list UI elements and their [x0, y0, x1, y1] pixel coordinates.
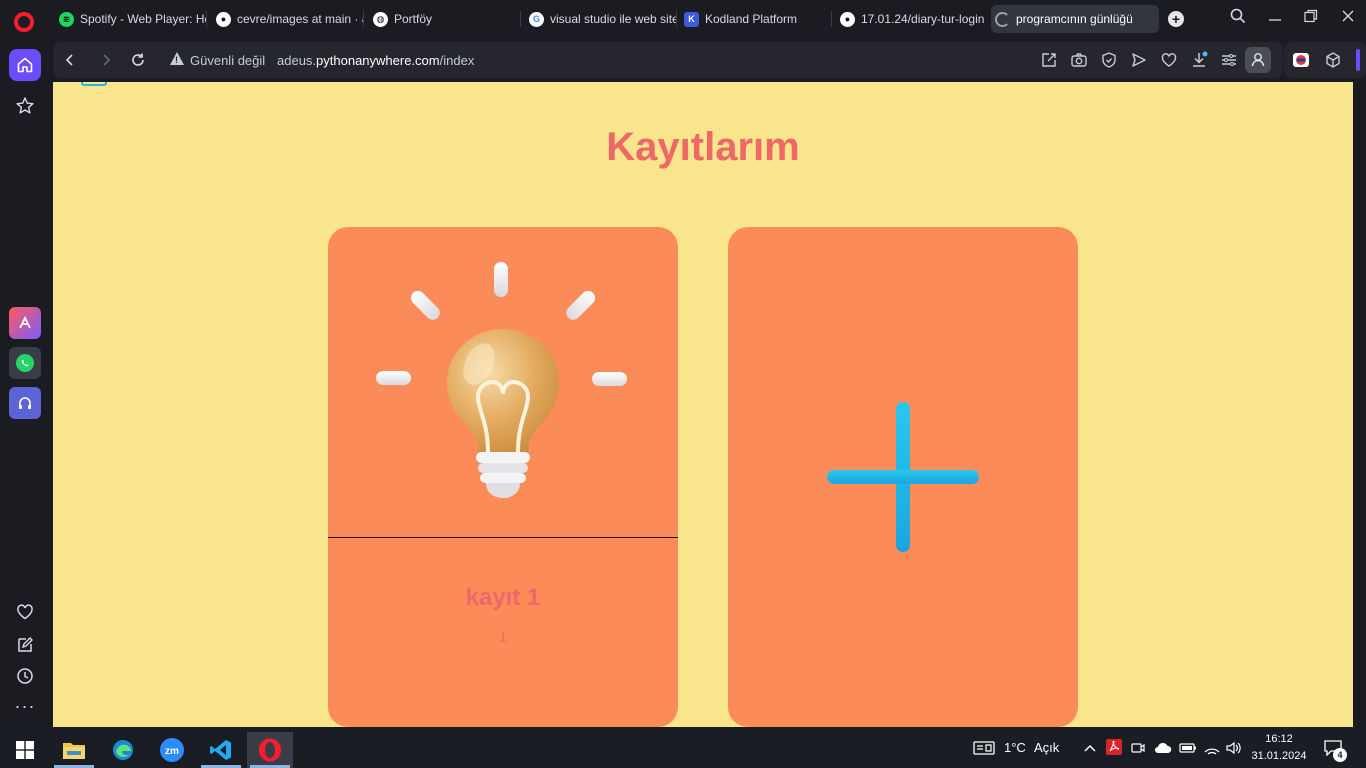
minimize-icon[interactable] [1265, 8, 1285, 28]
forward-button[interactable] [97, 51, 115, 69]
entry-title[interactable]: kayıt 1 [328, 584, 678, 612]
onedrive-cloud-icon[interactable] [1154, 741, 1172, 759]
github-icon: ● [216, 11, 231, 27]
tab-title: visual studio ile web site [550, 12, 677, 26]
easy-setup-icon[interactable] [1220, 51, 1238, 69]
tab-google-search[interactable]: G visual studio ile web site [525, 5, 677, 33]
url-domain: pythonanywhere.com [316, 53, 440, 68]
back-button[interactable] [61, 51, 79, 69]
more-options-icon[interactable]: ··· [9, 690, 41, 722]
tab-title: cevre/images at main · a [237, 12, 364, 26]
restore-icon[interactable] [1301, 8, 1321, 28]
tab-programcinin-gunlugu[interactable]: programcının günlüğü [991, 5, 1159, 33]
tab-github-cevre[interactable]: ● cevre/images at main · a [212, 5, 364, 33]
adblock-shield-icon[interactable] [1100, 51, 1118, 69]
reload-button[interactable] [129, 51, 147, 69]
flow-send-icon[interactable] [1130, 51, 1148, 69]
home-icon[interactable] [9, 49, 41, 81]
kodland-icon: K [684, 11, 699, 27]
url-path: /index [439, 53, 475, 68]
file-explorer-icon[interactable] [51, 732, 97, 768]
tab-title: 17.01.24/diary-tur-login [861, 12, 985, 26]
heart-icon[interactable] [9, 596, 41, 628]
search-tabs-icon[interactable] [1228, 8, 1248, 28]
entry-card[interactable]: kayıt 1 1 [328, 227, 678, 727]
tab-title: Portföy [394, 12, 433, 26]
whatsapp-icon[interactable] [9, 347, 41, 379]
tab-spotify[interactable]: ≋ Spotify - Web Player: He [55, 5, 207, 33]
extensions-area [1284, 42, 1366, 78]
aria-icon[interactable] [9, 307, 41, 339]
address-toolbar: ! Güvenli değil adeus.pythonanywhere.com… [53, 42, 1283, 78]
snapshot-camera-icon[interactable] [1070, 51, 1088, 69]
history-clock-icon[interactable] [9, 660, 41, 692]
weather-icon[interactable] [973, 740, 995, 756]
globe-icon: ◍ [373, 11, 388, 27]
google-icon: G [529, 11, 544, 27]
page-title: Kayıtlarım [606, 125, 800, 169]
tab-bar: ≋ Spotify - Web Player: He ● cevre/image… [0, 0, 1366, 38]
edge-icon[interactable] [100, 732, 146, 768]
battery-icon[interactable] [1179, 741, 1197, 759]
plus-icon-horizontal [827, 470, 979, 484]
new-tab-button[interactable]: + [1168, 11, 1184, 27]
volume-icon[interactable] [1225, 740, 1243, 761]
music-player-icon[interactable] [9, 387, 41, 419]
card-divider [328, 537, 678, 538]
tab-github-diary[interactable]: ● 17.01.24/diary-tur-login [836, 5, 988, 33]
sidebar: ··· [0, 38, 50, 728]
nav-button-fragment[interactable] [81, 82, 107, 86]
vscode-icon[interactable] [198, 732, 244, 768]
clock-time: 16:12 [1265, 733, 1293, 745]
show-hidden-icons-icon[interactable] [1083, 741, 1097, 760]
sidebar-accent [1356, 49, 1360, 71]
wifi-icon[interactable] [1203, 740, 1221, 761]
clock-date: 31.01.2024 [1251, 750, 1307, 762]
tab-title: Spotify - Web Player: He [80, 12, 207, 26]
bookmarks-star-icon[interactable] [9, 90, 41, 122]
url-prefix: adeus. [277, 53, 317, 68]
pinboard-icon[interactable] [9, 629, 41, 661]
address-field[interactable]: adeus.pythonanywhere.com/index [277, 53, 474, 68]
zoom-icon[interactable]: zm [149, 732, 195, 768]
pdf-reader-icon[interactable] [1106, 739, 1122, 760]
tab-title: programcının günlüğü [1016, 12, 1133, 26]
weather-temperature[interactable]: 1°C [1004, 740, 1026, 755]
svg-text:zm: zm [165, 746, 179, 757]
close-icon[interactable] [1338, 8, 1358, 28]
meet-camera-icon[interactable] [1131, 740, 1145, 761]
favorites-heart-icon[interactable] [1160, 51, 1178, 69]
weather-description[interactable]: Açık [1034, 740, 1059, 755]
page-viewport: Kayıtlarım kayıt 1 1 [53, 82, 1353, 727]
system-clock[interactable]: 16:12 31.01.2024 [1244, 731, 1314, 765]
tab-kodland[interactable]: K Kodland Platform [680, 5, 832, 33]
entry-subtitle: 1 [499, 629, 507, 645]
share-icon[interactable] [1040, 51, 1058, 69]
security-status[interactable]: Güvenli değil [190, 53, 265, 68]
extensions-cube-icon[interactable] [1324, 51, 1342, 69]
lightbulb-icon [376, 262, 627, 498]
extension-icon[interactable] [1292, 51, 1310, 69]
windows-start-icon[interactable] [2, 732, 48, 768]
downloads-icon[interactable] [1190, 51, 1208, 69]
tab-title: Kodland Platform [705, 12, 798, 26]
profile-button[interactable] [1245, 47, 1271, 73]
notification-count-badge: 4 [1333, 748, 1347, 762]
opera-menu-icon[interactable] [14, 12, 34, 32]
windows-taskbar: zm 1°C Açık 16:12 31.01.2024 4 [0, 728, 1366, 768]
tab-portfoy[interactable]: ◍ Portföy [369, 5, 521, 33]
opera-icon[interactable] [247, 732, 293, 768]
add-entry-card[interactable] [728, 227, 1078, 727]
loading-icon [995, 11, 1010, 27]
spotify-icon: ≋ [59, 11, 74, 27]
github-icon: ● [840, 11, 855, 27]
